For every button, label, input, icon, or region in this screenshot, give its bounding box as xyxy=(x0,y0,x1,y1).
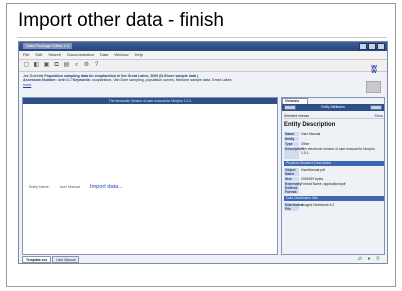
settings-icon[interactable]: ⚙ xyxy=(83,62,90,69)
close-button[interactable] xyxy=(377,43,385,50)
search-icon[interactable]: ⌕ xyxy=(73,62,80,69)
user-icon: ⚲ xyxy=(376,256,380,262)
paste-icon[interactable]: ▤ xyxy=(63,62,70,69)
menubar: File Edit Search Documentation Data Wind… xyxy=(19,51,387,60)
field-name: Name User Manual xyxy=(284,132,321,136)
help-icon[interactable]: ? xyxy=(93,62,100,69)
document-thumbnail xyxy=(366,81,381,93)
field-distributed-file: Distributed File ecogrid://knb/lamb.5.2 xyxy=(284,203,335,211)
more-link[interactable]: more xyxy=(23,83,31,87)
menu-help[interactable]: Help xyxy=(135,52,143,58)
morpho-butterfly-icon: ʬ xyxy=(371,64,377,76)
data-table-panel: The electronic Version of user manual fo… xyxy=(22,97,278,255)
physical-structure-section: Physical Structure Description xyxy=(284,161,384,166)
menu-data[interactable]: Data xyxy=(100,52,108,58)
menu-file[interactable]: File xyxy=(23,52,29,58)
field-description: Description The electronic version of us… xyxy=(284,147,384,159)
copy-icon[interactable]: ⧉ xyxy=(53,62,60,69)
entity-attributes-bar: Entity Attributes xyxy=(282,104,384,111)
app-window: Data Package Editor 1.0 File Edit Search… xyxy=(18,41,388,264)
accession-number: lamb.5.2 xyxy=(57,78,72,83)
menu-search[interactable]: Search xyxy=(48,52,61,58)
tab-template[interactable]: Template.xxx xyxy=(22,256,52,263)
entity-name-label: Entity Name: xyxy=(29,185,50,189)
document-info: Joe Scientist Population sampling data f… xyxy=(23,74,363,90)
entity-description-heading: Entity Description xyxy=(284,122,336,128)
show-link[interactable]: Show xyxy=(375,113,383,119)
new-icon[interactable]: ▢ xyxy=(23,62,30,69)
bottom-tabs: Template.xxx User Manual xyxy=(22,256,80,263)
network-icon: ⇄ xyxy=(357,256,363,262)
release-label: Selected release xyxy=(284,114,310,118)
open-icon[interactable]: ◧ xyxy=(33,62,40,69)
title-divider xyxy=(17,37,387,38)
accession-label: Accession Number: xyxy=(23,78,57,83)
release-row: Selected release Show xyxy=(284,113,384,119)
menu-edit[interactable]: Edit xyxy=(35,52,42,58)
menu-window[interactable]: Window xyxy=(114,52,128,58)
minimize-button[interactable] xyxy=(359,43,367,50)
window-controls xyxy=(359,43,385,50)
save-icon[interactable]: ▣ xyxy=(43,62,50,69)
slide-title: Import other data - finish xyxy=(18,10,224,31)
data-distribution-section: Data Distribution Info xyxy=(284,196,384,201)
keywords-label: Keywords: xyxy=(72,78,91,83)
window-title: Data Package Editor 1.0 xyxy=(23,43,73,49)
toolbar: ▢ ◧ ▣ ⧉ ▤ ⌕ ⚙ ? xyxy=(19,60,387,72)
metadata-panel: Metadata Entity Attributes Selected rele… xyxy=(281,97,385,255)
field-type: Type Other xyxy=(284,142,310,146)
status-icons: ⇄ ● ⚲ xyxy=(357,257,381,262)
field-entity: Entity xyxy=(284,137,384,141)
field-size: Size 2092459 bytes xyxy=(284,177,324,181)
menu-documentation[interactable]: Documentation xyxy=(67,52,94,58)
status-ok-icon: ● xyxy=(367,256,371,262)
import-data-link[interactable]: Import data... xyxy=(90,184,123,190)
field-format: Externally Defined Format Format Name: a… xyxy=(284,182,346,194)
tab-user-manual[interactable]: User Manual xyxy=(52,256,80,263)
doc-title: Population sampling data for zooplankton… xyxy=(44,74,199,78)
doc-authors: Joe Scientist xyxy=(23,74,44,78)
window-titlebar: Data Package Editor 1.0 xyxy=(19,42,387,51)
entity-row: Entity Name: User Manual Import data... xyxy=(29,184,123,190)
field-object-name: Object Name UserManual.pdf xyxy=(284,168,325,176)
keywords: zooplankton, Van Dorn sampling, populati… xyxy=(91,78,232,83)
maximize-button[interactable] xyxy=(368,43,376,50)
next-button[interactable] xyxy=(370,105,382,110)
data-panel-header: The electronic Version of user manual fo… xyxy=(23,98,277,104)
entity-name-value: User Manual xyxy=(59,185,80,189)
previous-button[interactable] xyxy=(284,105,296,110)
